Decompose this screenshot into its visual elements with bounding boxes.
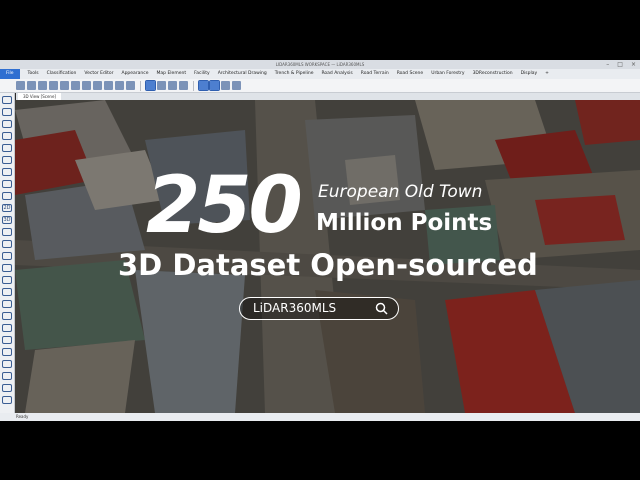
side-tool-button[interactable] — [2, 360, 12, 368]
app-window: LIDAR360MLS WORKSPACE — LiDAR360MLS – □ … — [0, 60, 640, 421]
menu-bar: File Tools Classification Vector Editor … — [0, 69, 640, 79]
menu-classification[interactable]: Classification — [43, 69, 81, 79]
document-tab-bar: 3D View [Scene] — [16, 93, 640, 100]
toolbar-button-selected[interactable] — [145, 80, 156, 91]
menu-road-scene[interactable]: Road Scene — [393, 69, 427, 79]
menu-road-analysis[interactable]: Road Analysis — [318, 69, 357, 79]
side-tool-button[interactable] — [2, 384, 12, 392]
menu-map-element[interactable]: Map Element — [153, 69, 191, 79]
side-tool-button[interactable] — [2, 312, 12, 320]
maximize-icon[interactable]: □ — [617, 60, 623, 69]
side-tool-button[interactable] — [2, 96, 12, 104]
window-controls: – □ × — [606, 60, 636, 69]
toolbar-button[interactable] — [104, 81, 113, 90]
headline: 3D Dataset Open-sourced — [118, 248, 538, 282]
title-bar: LIDAR360MLS WORKSPACE — LiDAR360MLS – □ … — [0, 60, 640, 69]
menu-file[interactable]: File — [0, 69, 20, 79]
toolbar-button[interactable] — [27, 81, 36, 90]
toolbar-button[interactable] — [232, 81, 241, 90]
side-tool-button[interactable] — [2, 156, 12, 164]
toolbar-button[interactable] — [179, 81, 188, 90]
search-icon[interactable] — [375, 302, 388, 315]
view-2d-button[interactable]: 2D — [2, 204, 12, 212]
toolbar-button[interactable] — [168, 81, 177, 90]
side-tool-button[interactable] — [2, 168, 12, 176]
toolbar-button[interactable] — [71, 81, 80, 90]
side-tool-button[interactable] — [2, 288, 12, 296]
search-text: LiDAR360MLS — [253, 301, 337, 315]
menu-more[interactable]: + — [541, 69, 553, 79]
letterbox-top — [0, 0, 640, 60]
menu-trench-pipeline[interactable]: Trench & Pipeline — [271, 69, 318, 79]
side-tool-button[interactable] — [2, 132, 12, 140]
toolbar-button[interactable] — [38, 81, 47, 90]
side-tool-button[interactable] — [2, 276, 12, 284]
subtitle-million-points: Million Points — [316, 210, 493, 236]
toolbar-button[interactable] — [157, 81, 166, 90]
toolbar-button[interactable] — [93, 81, 102, 90]
main-toolbar — [0, 79, 640, 93]
letterbox-bottom — [0, 421, 640, 480]
side-tool-button[interactable] — [2, 252, 12, 260]
search-pill[interactable]: LiDAR360MLS — [239, 297, 399, 320]
toolbar-button[interactable] — [221, 81, 230, 90]
side-tool-button[interactable] — [2, 336, 12, 344]
side-tool-button[interactable] — [2, 372, 12, 380]
big-number: 250 — [146, 161, 303, 251]
window-title: LIDAR360MLS WORKSPACE — LiDAR360MLS — [275, 62, 365, 67]
menu-3d-reconstruction[interactable]: 3DReconstruction — [469, 69, 517, 79]
toolbar-button[interactable] — [16, 81, 25, 90]
toolbar-button-selected[interactable] — [209, 80, 220, 91]
menu-appearance[interactable]: Appearance — [118, 69, 153, 79]
close-icon[interactable]: × — [631, 60, 636, 69]
toolbar-button[interactable] — [82, 81, 91, 90]
menu-road-terrain[interactable]: Road Terrain — [357, 69, 393, 79]
side-toolbar: 2D 3D — [0, 93, 15, 413]
tab-3d-view[interactable]: 3D View [Scene] — [18, 93, 61, 100]
toolbar-button[interactable] — [115, 81, 124, 90]
side-tool-button[interactable] — [2, 240, 12, 248]
status-bar: Ready — [0, 413, 640, 421]
toolbar-button-selected[interactable] — [198, 80, 209, 91]
menu-facility[interactable]: Facility — [190, 69, 214, 79]
side-tool-button[interactable] — [2, 348, 12, 356]
side-tool-button[interactable] — [2, 300, 12, 308]
side-tool-button[interactable] — [2, 264, 12, 272]
side-tool-button[interactable] — [2, 192, 12, 200]
toolbar-button[interactable] — [49, 81, 58, 90]
menu-tools[interactable]: Tools — [24, 69, 43, 79]
view-3d-button[interactable]: 3D — [2, 216, 12, 224]
side-tool-button[interactable] — [2, 324, 12, 332]
side-tool-button[interactable] — [2, 120, 12, 128]
subtitle-old-town: European Old Town — [318, 182, 483, 202]
side-tool-button[interactable] — [2, 228, 12, 236]
status-text: Ready — [16, 414, 29, 419]
minimize-icon[interactable]: – — [606, 60, 609, 69]
toolbar-button[interactable] — [126, 81, 135, 90]
toolbar-separator — [193, 80, 194, 91]
menu-architectural-drawing[interactable]: Architectural Drawing — [214, 69, 271, 79]
menu-urban-forestry[interactable]: Urban Forestry — [427, 69, 468, 79]
side-tool-button[interactable] — [2, 144, 12, 152]
side-tool-button[interactable] — [2, 396, 12, 404]
menu-display[interactable]: Display — [517, 69, 542, 79]
toolbar-separator — [140, 80, 141, 91]
toolbar-button[interactable] — [60, 81, 69, 90]
side-tool-button[interactable] — [2, 180, 12, 188]
side-tool-button[interactable] — [2, 108, 12, 116]
menu-vector-editor[interactable]: Vector Editor — [80, 69, 117, 79]
